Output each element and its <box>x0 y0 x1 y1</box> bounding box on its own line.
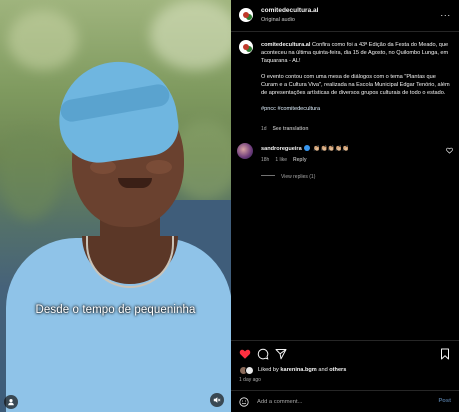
caption-hashtags[interactable]: #pncc #comitedecultura <box>261 105 453 113</box>
mute-button[interactable] <box>210 393 224 407</box>
account-avatar[interactable] <box>239 8 253 22</box>
comment-username[interactable]: sandroregueira <box>261 146 302 152</box>
video-subtitle: Desde o tempo de pequeninha <box>35 304 196 316</box>
replies-divider <box>261 175 275 176</box>
action-bar <box>231 340 459 366</box>
logo-icon <box>243 12 249 18</box>
emoji-icon[interactable] <box>239 397 249 407</box>
comment-like-heart-icon[interactable] <box>446 147 453 154</box>
comment-meta: 18h 1 like Reply <box>261 157 313 163</box>
post-details-panel: comitedecultura.al Original audio ... co… <box>231 0 459 412</box>
post-caption: comitedecultura.al Confira como foi a 43… <box>261 41 453 121</box>
caption-age: 1d <box>261 126 267 132</box>
add-comment-bar: Post <box>231 390 459 412</box>
likes-prefix: Liked by <box>258 367 279 373</box>
background-foliage <box>0 130 60 220</box>
liker-username[interactable]: karenina.bgm <box>280 367 316 373</box>
background-foliage <box>8 10 78 70</box>
likes-others-link[interactable]: others <box>329 367 346 373</box>
audio-label[interactable]: Original audio <box>261 17 295 23</box>
comment-input[interactable] <box>257 396 407 408</box>
likes-summary: Liked by karenina.bgm and others <box>239 365 346 375</box>
liker-avatar <box>245 365 254 375</box>
tagged-users-button[interactable] <box>4 395 18 409</box>
like-heart-icon[interactable] <box>239 348 251 360</box>
likes-and: and <box>318 367 328 373</box>
speaker-muted-icon <box>213 397 221 403</box>
view-replies-button[interactable]: View replies (1) <box>261 174 315 180</box>
post-comment-button[interactable]: Post <box>438 398 451 404</box>
bookmark-icon[interactable] <box>439 348 451 360</box>
caption-username[interactable]: comitedecultura.al <box>261 42 310 48</box>
comment-age: 18h <box>261 157 270 163</box>
comment: sandroregueira 👏🏼👏🏼👏🏼👏🏼👏🏼 <box>261 145 350 152</box>
caption-paragraph-2: O evento contou com uma mesa de diálogos… <box>261 74 450 96</box>
woman-cheek <box>146 160 172 174</box>
user-icon <box>8 399 14 406</box>
caption-avatar[interactable] <box>239 40 253 54</box>
caption-meta: 1d See translation <box>261 126 308 132</box>
post-timestamp: 1 day ago <box>239 377 261 383</box>
background-sky <box>150 0 231 70</box>
logo-icon <box>243 44 249 50</box>
video-player[interactable]: Desde o tempo de pequeninha <box>0 0 231 412</box>
header-username[interactable]: comitedecultura.al <box>261 7 318 14</box>
commenter-avatar[interactable] <box>237 143 253 159</box>
reply-button[interactable]: Reply <box>293 157 307 163</box>
see-translation-link[interactable]: See translation <box>273 126 309 132</box>
comment-likes[interactable]: 1 like <box>275 157 287 163</box>
comment-text: 👏🏼👏🏼👏🏼👏🏼👏🏼 <box>313 146 350 152</box>
verified-badge-icon <box>303 145 310 151</box>
comment-bubble-icon[interactable] <box>257 348 269 360</box>
post-header: comitedecultura.al Original audio ... <box>231 0 459 32</box>
view-replies-label: View replies (1) <box>281 174 316 180</box>
woman-smile <box>118 178 152 188</box>
share-plane-icon[interactable] <box>275 348 287 360</box>
more-options-icon[interactable]: ... <box>440 9 451 18</box>
